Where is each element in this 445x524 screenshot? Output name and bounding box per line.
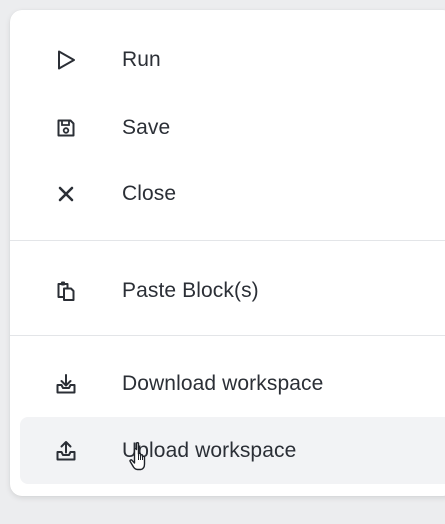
close-icon [53, 181, 79, 207]
menu-divider [10, 240, 445, 241]
menu-item-upload-workspace[interactable]: Upload workspace [20, 417, 445, 484]
save-icon [53, 115, 79, 141]
menu-item-label: Run [122, 47, 161, 71]
upload-tray-icon [53, 438, 79, 464]
menu-item-paste-blocks[interactable]: Paste Block(s) [10, 257, 445, 324]
menu-item-label: Paste Block(s) [122, 278, 259, 302]
menu-item-label: Download workspace [122, 371, 324, 395]
menu-item-label: Save [122, 115, 171, 139]
context-menu: Run Save Close Paste Block(s) Download w… [10, 10, 445, 496]
menu-item-save[interactable]: Save [10, 94, 445, 161]
download-tray-icon [53, 371, 79, 397]
paste-icon [53, 278, 79, 304]
menu-item-label: Upload workspace [122, 438, 297, 462]
menu-item-close[interactable]: Close [10, 160, 445, 227]
menu-item-run[interactable]: Run [10, 26, 445, 93]
menu-item-download-workspace[interactable]: Download workspace [10, 350, 445, 417]
menu-divider [10, 335, 445, 336]
play-outline-icon [53, 47, 79, 73]
menu-item-label: Close [122, 181, 177, 205]
